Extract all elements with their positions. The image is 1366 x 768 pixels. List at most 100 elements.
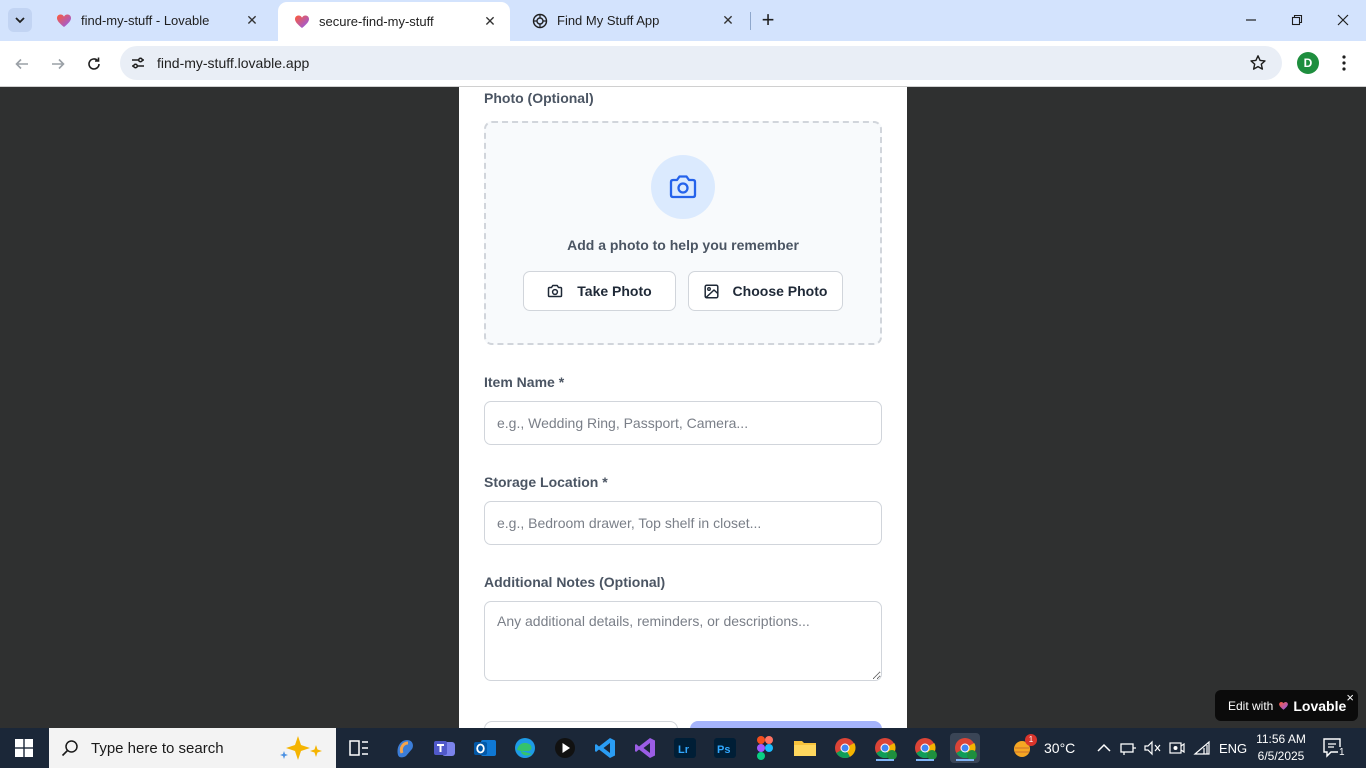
system-clock[interactable]: 11:56 AM 6/5/2025 bbox=[1250, 731, 1312, 765]
taskbar-search-box[interactable]: Type here to search bbox=[49, 728, 336, 768]
tab-find-my-stuff-app[interactable]: Find My Stuff App ✕ bbox=[516, 0, 748, 41]
visual-studio-icon[interactable] bbox=[630, 733, 660, 763]
volume-muted-icon[interactable] bbox=[1143, 728, 1161, 768]
browser-tab-strip: find-my-stuff - Lovable ✕ secure-find-my… bbox=[0, 0, 1366, 41]
windows-logo-icon bbox=[15, 739, 33, 757]
tab-title: find-my-stuff - Lovable bbox=[81, 13, 210, 28]
media-player-icon[interactable] bbox=[550, 733, 580, 763]
notification-center-icon[interactable]: 1 bbox=[1320, 736, 1348, 760]
new-tab-button[interactable]: + bbox=[756, 7, 780, 32]
weather-temperature: 30°C bbox=[1044, 740, 1076, 756]
lovable-heart-icon bbox=[57, 14, 71, 27]
search-icon bbox=[61, 740, 78, 757]
meet-now-icon[interactable] bbox=[1168, 728, 1186, 768]
image-icon bbox=[703, 283, 719, 299]
restore-icon bbox=[1291, 14, 1303, 26]
more-menu-icon[interactable] bbox=[1334, 52, 1354, 74]
photoshop-icon[interactable]: Ps bbox=[710, 733, 740, 763]
chevron-down-icon bbox=[15, 17, 25, 24]
chrome-profile-icon[interactable] bbox=[950, 733, 980, 763]
running-indicator bbox=[916, 759, 934, 761]
address-bar[interactable]: find-my-stuff.lovable.app bbox=[120, 46, 1282, 80]
camera-icon bbox=[548, 284, 563, 298]
outlook-icon[interactable] bbox=[470, 733, 500, 763]
additional-notes-label: Additional Notes (Optional) bbox=[484, 574, 666, 590]
reload-button[interactable] bbox=[80, 50, 108, 78]
weather-widget[interactable]: 1 30°C bbox=[1010, 728, 1075, 768]
weather-badge: 1 bbox=[1025, 734, 1037, 746]
arrow-left-icon bbox=[15, 58, 28, 70]
photo-label: Photo (Optional) bbox=[484, 90, 594, 106]
tab-separator bbox=[750, 12, 751, 30]
reload-icon bbox=[88, 57, 100, 70]
bookmark-star-icon[interactable] bbox=[1248, 53, 1268, 73]
notification-count: 1 bbox=[1338, 747, 1346, 758]
take-photo-button[interactable]: Take Photo bbox=[523, 271, 676, 311]
choose-photo-label: Choose Photo bbox=[732, 283, 828, 299]
copilot-icon[interactable] bbox=[390, 733, 420, 763]
tab-title: Find My Stuff App bbox=[557, 13, 660, 28]
chrome-profile-icon[interactable] bbox=[870, 733, 900, 763]
tab-secure-find-my-stuff[interactable]: secure-find-my-stuff ✕ bbox=[278, 2, 510, 41]
additional-notes-textarea[interactable] bbox=[484, 601, 882, 681]
clock-date: 6/5/2025 bbox=[1257, 749, 1305, 763]
tab-title: secure-find-my-stuff bbox=[319, 14, 434, 29]
badge-prefix: Edit with bbox=[1228, 698, 1274, 713]
site-info-icon[interactable] bbox=[128, 53, 148, 73]
search-placeholder: Type here to search bbox=[91, 739, 224, 757]
minimize-icon bbox=[1246, 19, 1256, 21]
page-viewport: Photo (Optional) Add a photo to help you… bbox=[0, 87, 1366, 728]
close-icon[interactable]: ✕ bbox=[720, 12, 736, 29]
take-photo-label: Take Photo bbox=[577, 283, 652, 299]
running-indicator bbox=[956, 759, 974, 761]
storage-location-label: Storage Location * bbox=[484, 474, 608, 490]
tab-find-my-stuff-lovable[interactable]: find-my-stuff - Lovable ✕ bbox=[40, 0, 272, 41]
edit-with-lovable-badge[interactable]: Edit with Lovable × bbox=[1215, 690, 1358, 721]
storage-location-input[interactable] bbox=[484, 501, 882, 545]
file-explorer-icon[interactable] bbox=[790, 733, 820, 763]
chrome-profile-icon[interactable] bbox=[910, 733, 940, 763]
item-name-input[interactable] bbox=[484, 401, 882, 445]
start-button[interactable] bbox=[0, 728, 48, 768]
lovable-heart-icon bbox=[1279, 701, 1289, 710]
choose-photo-button[interactable]: Choose Photo bbox=[688, 271, 843, 311]
profile-avatar[interactable]: D bbox=[1297, 52, 1319, 74]
running-indicator bbox=[876, 759, 894, 761]
copilot-sparkle-icon bbox=[280, 736, 322, 760]
browser-toolbar: find-my-stuff.lovable.app D bbox=[0, 41, 1366, 87]
language-indicator[interactable]: ENG bbox=[1219, 728, 1247, 768]
windows-taskbar: Type here to search Lr Ps 1 30°C ENG 11:… bbox=[0, 728, 1366, 768]
close-icon[interactable]: ✕ bbox=[482, 13, 498, 30]
chevron-up-icon[interactable] bbox=[1097, 728, 1111, 768]
close-window-button[interactable] bbox=[1320, 0, 1366, 40]
item-name-label: Item Name * bbox=[484, 374, 565, 390]
svg-text:Ps: Ps bbox=[717, 744, 730, 756]
network-device-icon[interactable] bbox=[1119, 728, 1137, 768]
vscode-icon[interactable] bbox=[590, 733, 620, 763]
back-button[interactable] bbox=[8, 50, 36, 78]
task-view-icon[interactable] bbox=[344, 733, 374, 763]
chrome-icon[interactable] bbox=[830, 733, 860, 763]
arrow-right-icon bbox=[52, 58, 65, 70]
wifi-icon[interactable] bbox=[1193, 728, 1211, 768]
close-icon bbox=[1337, 14, 1349, 26]
figma-icon[interactable] bbox=[750, 733, 780, 763]
close-icon[interactable]: ✕ bbox=[244, 12, 260, 29]
svg-text:Lr: Lr bbox=[678, 744, 690, 756]
minimize-button[interactable] bbox=[1228, 0, 1274, 40]
forward-button[interactable] bbox=[44, 50, 72, 78]
add-item-form: Photo (Optional) Add a photo to help you… bbox=[459, 87, 907, 728]
edge-icon[interactable] bbox=[510, 733, 540, 763]
lightroom-icon[interactable]: Lr bbox=[670, 733, 700, 763]
restore-button[interactable] bbox=[1274, 0, 1320, 40]
badge-brand: Lovable bbox=[1293, 697, 1347, 714]
url-text: find-my-stuff.lovable.app bbox=[157, 55, 310, 71]
close-icon[interactable]: × bbox=[1346, 690, 1354, 705]
save-item-button[interactable] bbox=[690, 721, 882, 728]
lovable-heart-icon bbox=[295, 15, 309, 28]
tab-search-button[interactable] bbox=[8, 8, 32, 32]
teams-icon[interactable] bbox=[430, 733, 460, 763]
photo-upload-area[interactable]: Add a photo to help you remember Take Ph… bbox=[484, 121, 882, 345]
camera-icon bbox=[651, 155, 715, 219]
cancel-button[interactable] bbox=[484, 721, 678, 728]
